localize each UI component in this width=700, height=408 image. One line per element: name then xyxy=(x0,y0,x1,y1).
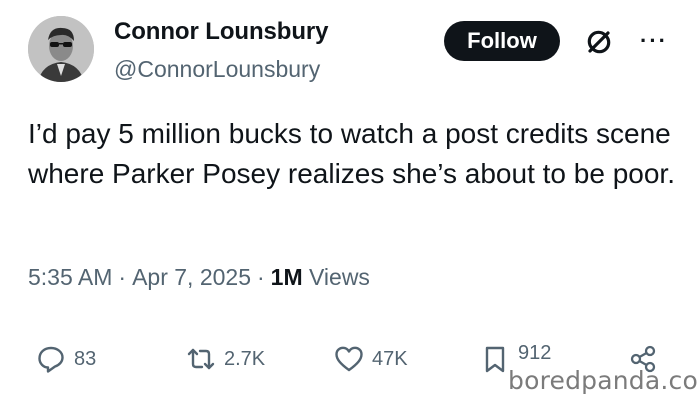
reply-count: 83 xyxy=(74,347,97,370)
tweet-time[interactable]: 5:35 AM xyxy=(28,264,112,290)
separator-dot: · xyxy=(118,264,127,290)
separator-dot: · xyxy=(256,264,265,290)
grok-icon[interactable] xyxy=(581,24,617,60)
heart-icon xyxy=(335,346,363,372)
author-name[interactable]: Connor Lounsbury xyxy=(114,18,328,46)
bookmark-icon xyxy=(485,346,505,373)
reply-button[interactable]: 83 xyxy=(36,344,96,374)
tweet-meta: 5:35 AM · Apr 7, 2025 · 1M Views xyxy=(28,264,370,291)
views-count: 1M xyxy=(270,264,303,290)
repost-button[interactable]: 2.7K xyxy=(186,344,265,374)
like-count: 47K xyxy=(372,347,408,370)
avatar[interactable] xyxy=(28,16,94,82)
tweet-date[interactable]: Apr 7, 2025 xyxy=(132,264,251,290)
bookmark-count: 912 xyxy=(518,341,552,364)
reply-icon xyxy=(38,346,64,373)
follow-button[interactable]: Follow xyxy=(444,21,560,61)
tweet-text: I’d pay 5 million bucks to watch a post … xyxy=(28,118,675,189)
watermark: boredpanda.com xyxy=(508,366,700,395)
author-handle[interactable]: @ConnorLounsbury xyxy=(114,56,320,83)
like-button[interactable]: 47K xyxy=(334,344,408,374)
repost-icon xyxy=(187,348,215,370)
views-label: Views xyxy=(309,264,370,290)
repost-count: 2.7K xyxy=(224,347,266,370)
more-options-icon[interactable]: ··· xyxy=(640,28,668,54)
